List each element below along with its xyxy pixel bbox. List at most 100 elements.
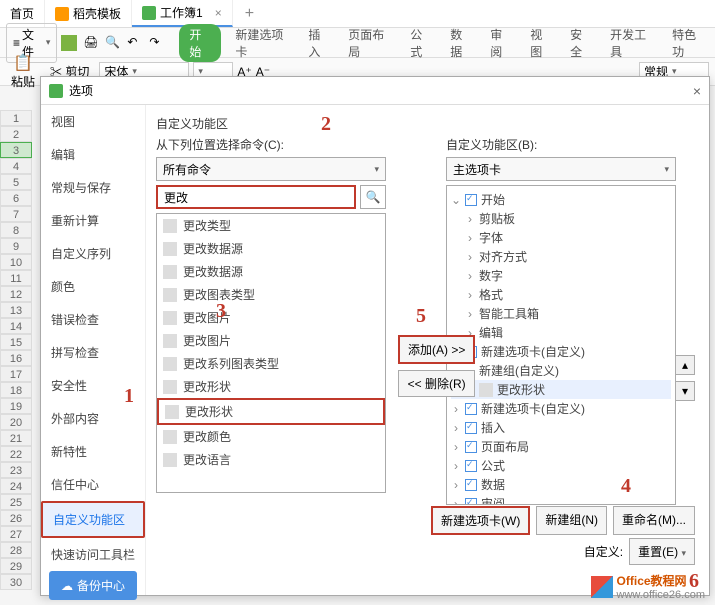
tree-item[interactable]: ›剪贴板 bbox=[451, 209, 671, 228]
nav-newfeature[interactable]: 新特性 bbox=[41, 435, 145, 468]
ribbon-view[interactable]: 视图 bbox=[526, 24, 556, 62]
tree-item[interactable]: ›格式 bbox=[451, 285, 671, 304]
tree-item[interactable]: ›数据 bbox=[451, 475, 671, 494]
command-item[interactable]: 更改形状 bbox=[157, 375, 385, 398]
ribbon-special[interactable]: 特色功 bbox=[668, 24, 709, 62]
tree-item[interactable]: ›插入 bbox=[451, 418, 671, 437]
new-tab-button[interactable]: 新建选项卡(W) bbox=[431, 506, 530, 535]
commands-list[interactable]: 更改类型 更改数据源 更改数据源 更改图表类型 更改图片 更改图片 更改系列图表… bbox=[156, 213, 386, 493]
tree-item[interactable]: ›数字 bbox=[451, 266, 671, 285]
nav-edit[interactable]: 编辑 bbox=[41, 138, 145, 171]
ribbon-developer[interactable]: 开发工具 bbox=[606, 24, 658, 62]
ribbon-security[interactable]: 安全 bbox=[566, 24, 596, 62]
ribbon-review[interactable]: 审阅 bbox=[486, 24, 516, 62]
redo-icon[interactable]: ↷ bbox=[149, 35, 165, 51]
row-header[interactable]: 5 bbox=[0, 174, 32, 190]
ribbon-start[interactable]: 开始 bbox=[179, 24, 221, 62]
tab-daoke[interactable]: 稻壳模板 bbox=[45, 0, 132, 27]
move-down-button[interactable]: ▾ bbox=[675, 381, 695, 401]
rename-button[interactable]: 重命名(M)... bbox=[613, 506, 695, 535]
reset-button[interactable]: 重置(E) ▾ bbox=[629, 538, 695, 565]
ribbon-formula[interactable]: 公式 bbox=[406, 24, 436, 62]
row-header[interactable]: 25 bbox=[0, 494, 32, 510]
commands-source-dropdown[interactable]: 所有命令▾ bbox=[156, 157, 386, 181]
row-header[interactable]: 19 bbox=[0, 398, 32, 414]
row-header[interactable]: 11 bbox=[0, 270, 32, 286]
row-header[interactable]: 28 bbox=[0, 542, 32, 558]
ribbon-data[interactable]: 数据 bbox=[446, 24, 476, 62]
ribbon-tree[interactable]: ⌄开始 ›剪贴板 ›字体 ›对齐方式 ›数字 ›格式 ›智能工具箱 ›编辑 ⌄新… bbox=[446, 185, 676, 505]
tree-item[interactable]: ›编辑 bbox=[451, 323, 671, 342]
undo-icon[interactable]: ↶ bbox=[127, 35, 143, 51]
row-header[interactable]: 2 bbox=[0, 126, 32, 142]
row-header[interactable]: 4 bbox=[0, 158, 32, 174]
row-header[interactable]: 30 bbox=[0, 574, 32, 590]
close-icon[interactable]: × bbox=[215, 6, 222, 20]
dialog-close-button[interactable]: × bbox=[693, 83, 701, 99]
row-header[interactable]: 22 bbox=[0, 446, 32, 462]
row-header[interactable]: 10 bbox=[0, 254, 32, 270]
command-item[interactable]: 更改类型 bbox=[157, 214, 385, 237]
nav-spellcheck[interactable]: 拼写检查 bbox=[41, 336, 145, 369]
nav-view[interactable]: 视图 bbox=[41, 105, 145, 138]
tree-item[interactable]: ⌄新建选项卡(自定义) bbox=[451, 342, 671, 361]
tree-item[interactable]: ›审阅 bbox=[451, 494, 671, 505]
search-input[interactable]: 更改 bbox=[156, 185, 356, 209]
row-header[interactable]: 12 bbox=[0, 286, 32, 302]
row-header[interactable]: 17 bbox=[0, 366, 32, 382]
row-header[interactable]: 16 bbox=[0, 350, 32, 366]
command-item[interactable]: 更改颜色 bbox=[157, 425, 385, 448]
row-header[interactable]: 29 bbox=[0, 558, 32, 574]
row-header[interactable]: 15 bbox=[0, 334, 32, 350]
backup-center-button[interactable]: ☁备份中心 bbox=[49, 571, 137, 600]
command-item[interactable]: 更改数据源 bbox=[157, 260, 385, 283]
row-header[interactable]: 27 bbox=[0, 526, 32, 542]
nav-recalc[interactable]: 重新计算 bbox=[41, 204, 145, 237]
tree-item[interactable]: ⌄开始 bbox=[451, 190, 671, 209]
nav-quickaccess[interactable]: 快速访问工具栏 bbox=[41, 538, 145, 571]
row-header[interactable]: 1 bbox=[0, 110, 32, 126]
command-item[interactable]: 更改图片 bbox=[157, 329, 385, 352]
nav-general[interactable]: 常规与保存 bbox=[41, 171, 145, 204]
nav-color[interactable]: 颜色 bbox=[41, 270, 145, 303]
row-header[interactable]: 24 bbox=[0, 478, 32, 494]
row-header[interactable]: 20 bbox=[0, 414, 32, 430]
ribbon-pagelayout[interactable]: 页面布局 bbox=[344, 24, 396, 62]
paste-button[interactable]: 📋 粘贴 bbox=[6, 53, 40, 90]
row-header[interactable]: 9 bbox=[0, 238, 32, 254]
tree-item[interactable]: ›对齐方式 bbox=[451, 247, 671, 266]
command-item-selected[interactable]: 更改形状 bbox=[157, 398, 385, 425]
ribbon-newtab[interactable]: 新建选项卡 bbox=[231, 24, 294, 62]
tree-item-selected[interactable]: 更改形状 bbox=[451, 380, 671, 399]
new-tab-button[interactable]: + bbox=[233, 5, 266, 23]
print-icon[interactable]: 🖨 bbox=[83, 35, 99, 51]
row-header[interactable]: 23 bbox=[0, 462, 32, 478]
command-item[interactable]: 更改语言 bbox=[157, 448, 385, 471]
row-header[interactable]: 3 bbox=[0, 142, 32, 158]
nav-customribbon[interactable]: 自定义功能区 bbox=[41, 501, 145, 538]
row-header[interactable]: 21 bbox=[0, 430, 32, 446]
row-header[interactable]: 26 bbox=[0, 510, 32, 526]
command-item[interactable]: 更改图片 bbox=[157, 306, 385, 329]
row-header[interactable]: 8 bbox=[0, 222, 32, 238]
command-item[interactable]: 更改系列图表类型 bbox=[157, 352, 385, 375]
preview-icon[interactable]: 🔍 bbox=[105, 35, 121, 51]
row-header[interactable]: 14 bbox=[0, 318, 32, 334]
save-icon[interactable] bbox=[61, 35, 77, 51]
remove-button[interactable]: << 删除(R) bbox=[398, 370, 475, 397]
search-button[interactable]: 🔍 bbox=[360, 185, 386, 209]
nav-customseq[interactable]: 自定义序列 bbox=[41, 237, 145, 270]
command-item[interactable]: 更改图表类型 bbox=[157, 283, 385, 306]
row-header[interactable]: 13 bbox=[0, 302, 32, 318]
nav-errorcheck[interactable]: 错误检查 bbox=[41, 303, 145, 336]
ribbon-insert[interactable]: 插入 bbox=[304, 24, 334, 62]
tree-item[interactable]: ›新建选项卡(自定义) bbox=[451, 399, 671, 418]
add-button[interactable]: 添加(A) >> bbox=[398, 335, 475, 364]
new-group-button[interactable]: 新建组(N) bbox=[536, 506, 607, 535]
nav-trustcenter[interactable]: 信任中心 bbox=[41, 468, 145, 501]
move-up-button[interactable]: ▴ bbox=[675, 355, 695, 375]
tree-item[interactable]: ›页面布局 bbox=[451, 437, 671, 456]
tree-item[interactable]: ›公式 bbox=[451, 456, 671, 475]
row-header[interactable]: 7 bbox=[0, 206, 32, 222]
row-header[interactable]: 18 bbox=[0, 382, 32, 398]
